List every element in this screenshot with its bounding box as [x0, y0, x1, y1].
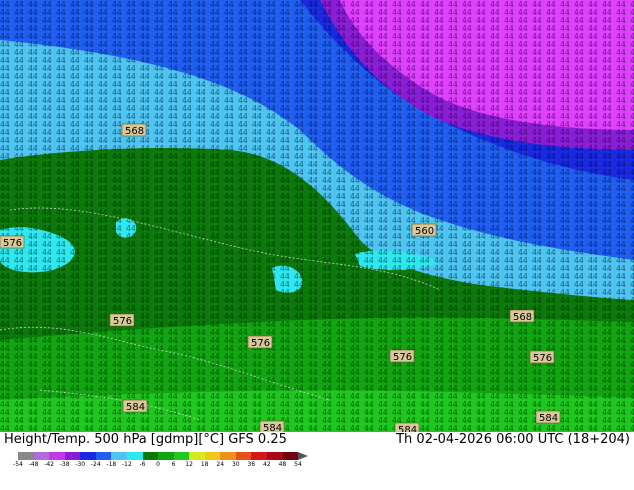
contour-label: 584 — [122, 399, 148, 413]
colorbar-segment — [204, 452, 221, 460]
map-title: Height/Temp. 500 hPa [gdmp][°C] GFS 0.25 — [4, 432, 287, 447]
contour-label: 584 — [259, 420, 285, 432]
contour-label: 568 — [509, 309, 535, 323]
colorbar-tick-label: -38 — [59, 461, 70, 468]
colorbar — [18, 452, 299, 460]
colorbar-segment — [251, 452, 267, 460]
colorbar-tick-labels: -54 -48 -42 -38 -30 -24 -18 -12 -6 0 6 12 18 24 30 36 42… — [13, 461, 308, 473]
colorbar-tick-label: 36 — [247, 461, 256, 468]
contour-label: 584 — [394, 422, 420, 432]
colorbar-segment — [142, 452, 159, 460]
svg-text:576: 576 — [3, 238, 22, 249]
colorbar-tick-label: -30 — [75, 461, 86, 468]
svg-text:584: 584 — [398, 425, 417, 432]
colorbar-tick-label: -42 — [44, 461, 55, 468]
colorbar-tick-label: -18 — [106, 461, 117, 468]
svg-text:576: 576 — [533, 353, 552, 364]
colorbar-tick-label: 24 — [216, 461, 225, 468]
colorbar-tick-label: -24 — [90, 461, 101, 468]
colorbar-tick-label: 6 — [171, 461, 176, 468]
svg-text:584: 584 — [263, 423, 282, 432]
colorbar-tick-label: -54 — [13, 461, 23, 468]
colorbar-tick-label: 54 — [294, 461, 302, 468]
contour-label: 576 — [109, 313, 135, 327]
colorbar-segment — [80, 452, 96, 460]
colorbar-segment — [189, 452, 205, 460]
contour-label: 576 — [247, 335, 273, 349]
colorbar-segment — [18, 452, 34, 460]
colorbar-segment — [111, 452, 127, 460]
colorbar-segment — [235, 452, 252, 460]
colorbar-extension-arrow — [298, 452, 308, 460]
svg-text:576: 576 — [393, 352, 412, 363]
map-footer: Height/Temp. 500 hPa [gdmp][°C] GFS 0.25… — [0, 432, 634, 490]
contour-label: 576 — [389, 349, 415, 363]
colorbar-segment — [95, 452, 112, 460]
colorbar-tick-label: 30 — [231, 461, 240, 468]
colorbar-segment — [220, 452, 236, 460]
temperature-map: 44 568576560576568576576576584584584584 — [0, 0, 634, 432]
contour-label: 560 — [411, 223, 437, 237]
colorbar-segment — [126, 452, 143, 460]
svg-text:576: 576 — [251, 338, 270, 349]
contour-label: 568 — [121, 123, 147, 137]
colorbar-tick-label: -12 — [121, 461, 132, 468]
svg-text:568: 568 — [125, 126, 144, 137]
colorbar-tick-label: 12 — [185, 461, 193, 468]
colorbar-tick-label: 48 — [278, 461, 287, 468]
colorbar-tick-label: 42 — [263, 461, 271, 468]
digit-overlay — [0, 0, 634, 432]
contour-label: 576 — [0, 235, 25, 249]
colorbar-tick-label: 0 — [156, 461, 160, 468]
map-valid-time: Th 02-04-2026 06:00 UTC (18+204) — [396, 432, 630, 447]
colorbar-tick-label: -6 — [139, 461, 146, 468]
svg-text:584: 584 — [539, 413, 558, 424]
colorbar-tick-label: 18 — [200, 461, 209, 468]
colorbar-segment — [158, 452, 174, 460]
svg-text:568: 568 — [513, 312, 532, 323]
svg-text:576: 576 — [113, 316, 132, 327]
svg-text:584: 584 — [126, 402, 145, 413]
colorbar-segment — [33, 452, 50, 460]
colorbar-segment — [173, 452, 190, 460]
colorbar-segment — [282, 452, 299, 460]
colorbar-segment — [64, 452, 81, 460]
colorbar-tick-label: -48 — [28, 461, 39, 468]
colorbar-segment — [49, 452, 65, 460]
contour-label: 584 — [535, 410, 561, 424]
colorbar-segment — [267, 452, 283, 460]
svg-text:560: 560 — [415, 226, 434, 237]
contour-label: 576 — [529, 350, 555, 364]
